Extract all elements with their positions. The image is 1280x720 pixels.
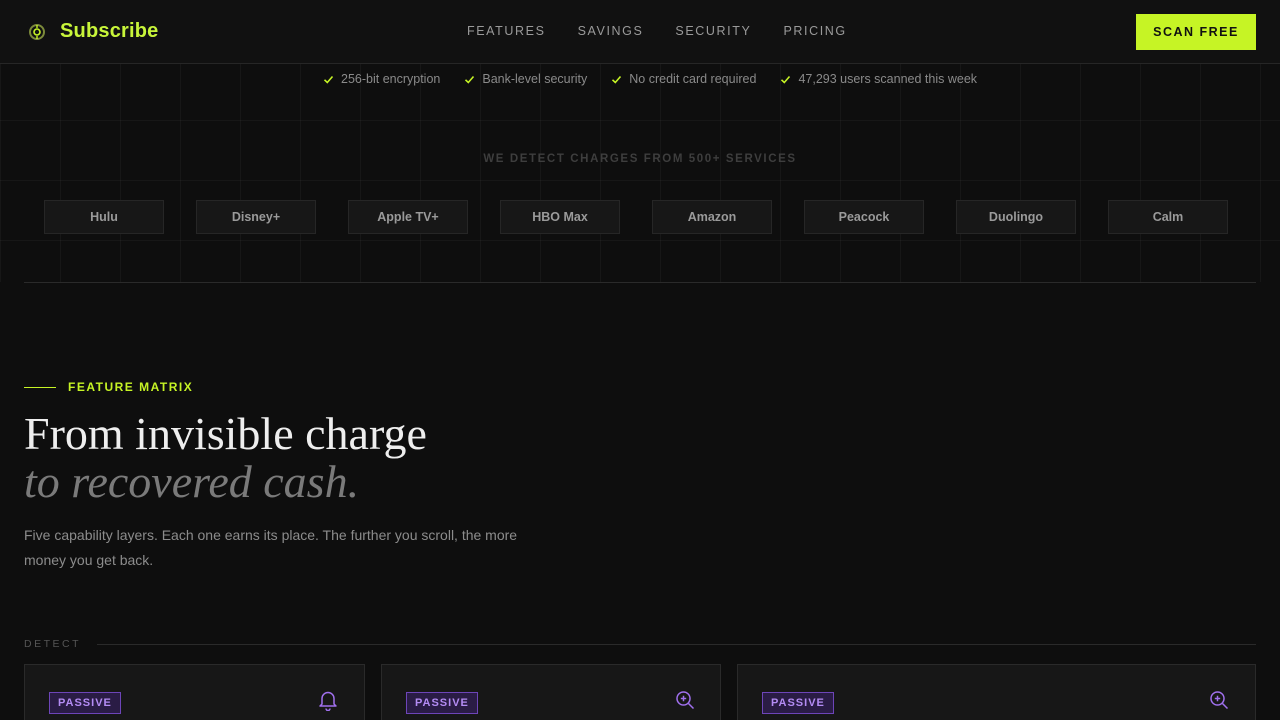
trust-indicators: 256-bit encryption Bank-level security N… [323,72,977,86]
headline-line-2: to recovered cash. [24,456,360,507]
zoom-in-icon [1210,691,1229,710]
services-caption: WE DETECT CHARGES FROM 500+ SERVICES [483,153,797,165]
trust-item: 256-bit encryption [323,72,440,86]
feature-headline: From invisible charge to recovered cash. [24,410,427,506]
feature-subcopy: Five capability layers. Each one earns i… [24,527,518,568]
nav-features[interactable]: FEATURES [467,24,546,38]
nav-pricing[interactable]: PRICING [783,24,846,38]
check-icon [323,75,334,84]
service-chip-apple-tv: Apple TV+ [348,200,468,234]
eyebrow-line [24,386,56,388]
trust-text: 256-bit encryption [341,72,441,86]
section-label-rule [97,643,1256,645]
passive-badge: PASSIVE [49,692,121,714]
check-icon [612,75,622,84]
scan-free-button[interactable]: SCAN FREE [1136,14,1256,50]
service-chip-calm: Calm [1108,200,1228,234]
zoom-in-icon [676,691,695,710]
service-chip-hbo-max: HBO Max [500,200,620,234]
trust-item: No credit card required [611,72,756,86]
section-label-text: DETECT [24,638,81,650]
check-icon [781,75,791,84]
top-navigation-bar: Subscribe FEATURES SAVINGS SECURITY PRIC… [0,0,1280,64]
trust-text: No credit card required [629,72,757,86]
passive-badge: PASSIVE [406,692,478,714]
trust-text: 47,293 users scanned this week [798,72,978,86]
nav-security[interactable]: SECURITY [675,24,751,38]
service-chip-disney: Disney+ [196,200,316,234]
feature-card[interactable]: PASSIVE [24,664,365,720]
bell-icon [319,691,337,711]
headline-line-1: From invisible charge [24,408,427,459]
passive-badge: PASSIVE [762,692,834,714]
detect-section-label: DETECT [24,638,1256,650]
feature-matrix-eyebrow: FEATURE MATRIX [24,380,193,394]
logo-icon [29,23,45,40]
main-nav: FEATURES SAVINGS SECURITY PRICING [467,24,847,38]
check-icon [465,75,475,84]
services-list: Hulu Disney+ Apple TV+ HBO Max Amazon Pe… [44,200,1228,234]
trust-item: Bank-level security [464,72,587,86]
eyebrow-text: FEATURE MATRIX [68,380,194,394]
trust-item: 47,293 users scanned this week [780,72,977,86]
grid-background [0,64,1280,282]
feature-card[interactable]: PASSIVE [381,664,721,720]
service-chip-hulu: Hulu [44,200,164,234]
section-divider [24,282,1256,283]
brand-name: Subscribe [60,20,159,42]
trust-text: Bank-level security [482,72,588,86]
service-chip-peacock: Peacock [804,200,924,234]
brand[interactable]: Subscribe [28,20,159,43]
nav-savings[interactable]: SAVINGS [578,24,644,38]
service-chip-amazon: Amazon [652,200,772,234]
service-chip-duolingo: Duolingo [956,200,1076,234]
feature-card[interactable]: PASSIVE [737,664,1256,720]
